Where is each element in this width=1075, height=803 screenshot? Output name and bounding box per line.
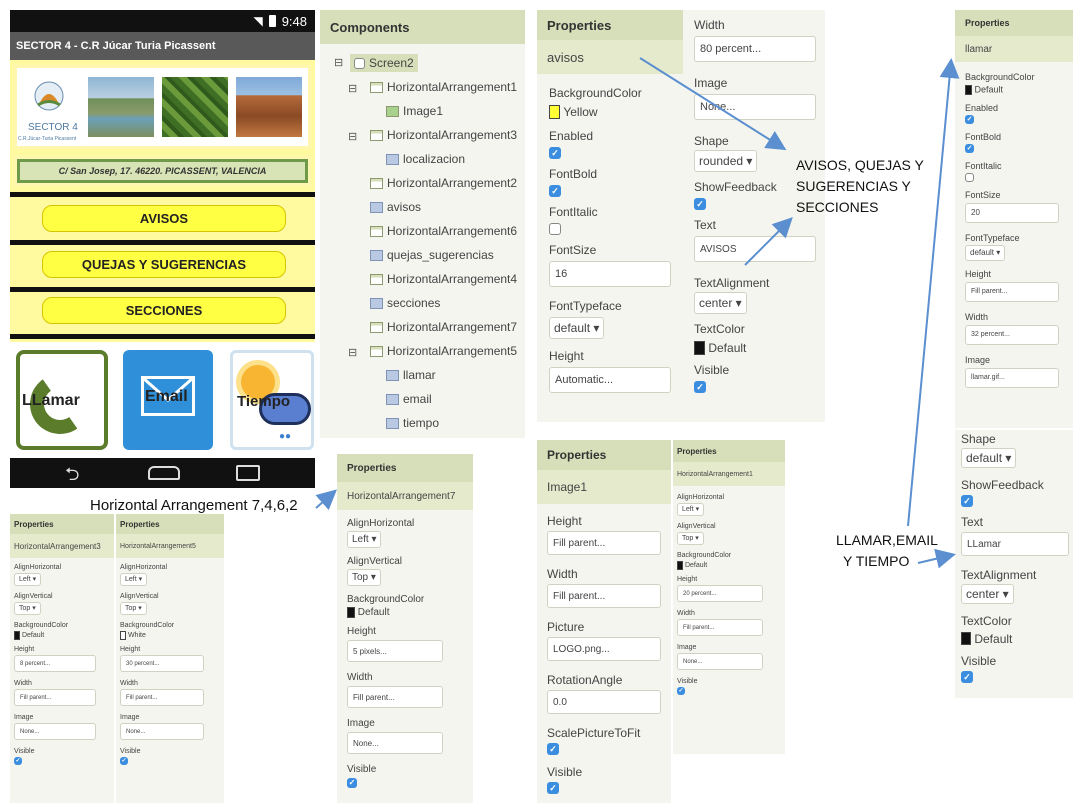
arrow-ha-to-panel <box>315 489 337 511</box>
arrow-llamar-to-panel <box>907 58 960 527</box>
arrow-text-to-llamar <box>917 548 956 569</box>
page: ◥ 9:48 SECTOR 4 - C.R Júcar Turia Picass… <box>0 0 1075 803</box>
arrow-text-to-label <box>744 217 793 266</box>
annotation-arrows <box>315 57 960 569</box>
arrow-avisos-to-label <box>639 57 787 151</box>
